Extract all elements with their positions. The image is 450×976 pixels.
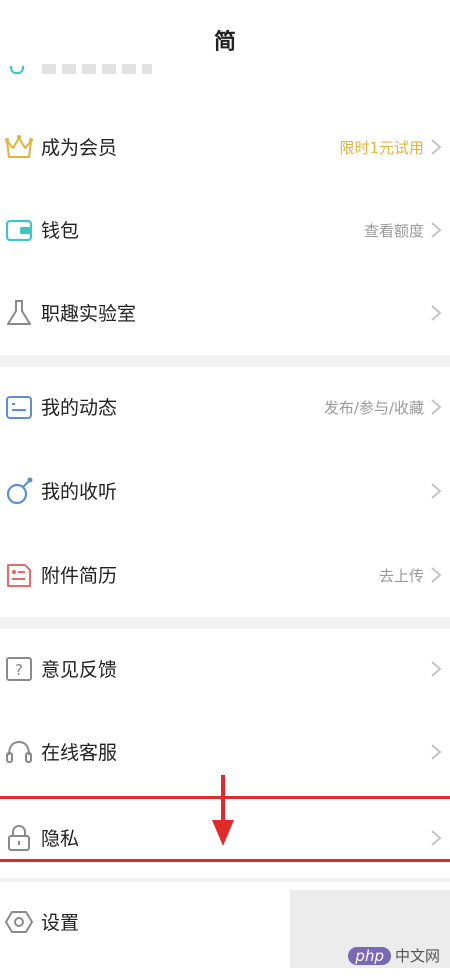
watermark-text: 中文网 bbox=[394, 947, 440, 965]
annotation-arrow-icon bbox=[212, 820, 234, 846]
menu-item-lab[interactable]: 职趣实验室 bbox=[0, 273, 450, 353]
watermark: php 中文网 bbox=[290, 890, 450, 976]
menu-item-label: 职趣实验室 bbox=[41, 303, 137, 325]
crown-icon bbox=[5, 135, 33, 158]
listen-icon bbox=[6, 477, 33, 505]
chevron-right-icon bbox=[431, 567, 442, 583]
section-divider bbox=[0, 617, 450, 629]
menu-item-value: 发布/参与/收藏 bbox=[323, 399, 424, 417]
menu-item-value: 去上传 bbox=[378, 567, 424, 585]
headset-icon bbox=[6, 740, 32, 763]
flask-icon bbox=[7, 300, 31, 325]
menu-item-member[interactable]: 成为会员 限时1元试用 bbox=[0, 107, 450, 187]
menu-item-label: 钱包 bbox=[41, 220, 80, 242]
partial-label bbox=[42, 64, 152, 74]
scrolled-item-fragment bbox=[0, 58, 450, 78]
menu-item-label: 我的动态 bbox=[41, 397, 118, 419]
menu-item-service[interactable]: 在线客服 bbox=[0, 712, 450, 792]
feed-icon bbox=[6, 396, 32, 419]
menu-item-label: 在线客服 bbox=[41, 742, 118, 764]
annotation-line-top bbox=[0, 796, 450, 799]
watermark-logo: php bbox=[348, 946, 391, 965]
chevron-right-icon bbox=[431, 222, 442, 238]
menu-item-label: 设置 bbox=[41, 912, 80, 934]
chevron-right-icon bbox=[431, 744, 442, 760]
lock-icon bbox=[8, 824, 30, 851]
watermark-brand: php 中文网 bbox=[348, 945, 440, 966]
chevron-right-icon bbox=[431, 830, 442, 846]
menu-item-label: 我的收听 bbox=[41, 481, 118, 503]
menu-item-listen[interactable]: 我的收听 bbox=[0, 451, 450, 531]
menu-item-value: 查看额度 bbox=[363, 222, 424, 240]
annotation-arrow-shaft bbox=[221, 775, 225, 823]
chevron-right-icon bbox=[431, 139, 442, 155]
settings-icon bbox=[5, 911, 33, 933]
menu-item-resume[interactable]: 附件简历 去上传 bbox=[0, 535, 450, 615]
bottom-tab-bar-fragment bbox=[0, 968, 450, 976]
help-icon: ? bbox=[6, 657, 32, 681]
menu-item-feedback[interactable]: ? 意见反馈 bbox=[0, 629, 450, 709]
resume-icon bbox=[7, 564, 31, 587]
menu-item-label: 隐私 bbox=[41, 828, 80, 850]
chevron-right-icon bbox=[431, 305, 442, 321]
menu-item-wallet[interactable]: 钱包 查看额度 bbox=[0, 190, 450, 270]
menu-item-value: 限时1元试用 bbox=[339, 139, 424, 157]
menu-item-label: 意见反馈 bbox=[41, 659, 118, 681]
chevron-right-icon bbox=[431, 661, 442, 677]
section-divider bbox=[0, 355, 450, 367]
menu-item-label: 附件简历 bbox=[41, 565, 118, 587]
partial-icon bbox=[10, 66, 24, 74]
chevron-right-icon bbox=[431, 483, 442, 499]
menu-item-label: 成为会员 bbox=[41, 137, 118, 159]
wallet-icon bbox=[5, 219, 33, 242]
annotation-line-bottom bbox=[0, 859, 450, 862]
menu-item-activity[interactable]: 我的动态 发布/参与/收藏 bbox=[0, 367, 450, 447]
page-title: 简 bbox=[213, 30, 236, 55]
chevron-right-icon bbox=[431, 399, 442, 415]
svg-text:?: ? bbox=[15, 661, 23, 679]
